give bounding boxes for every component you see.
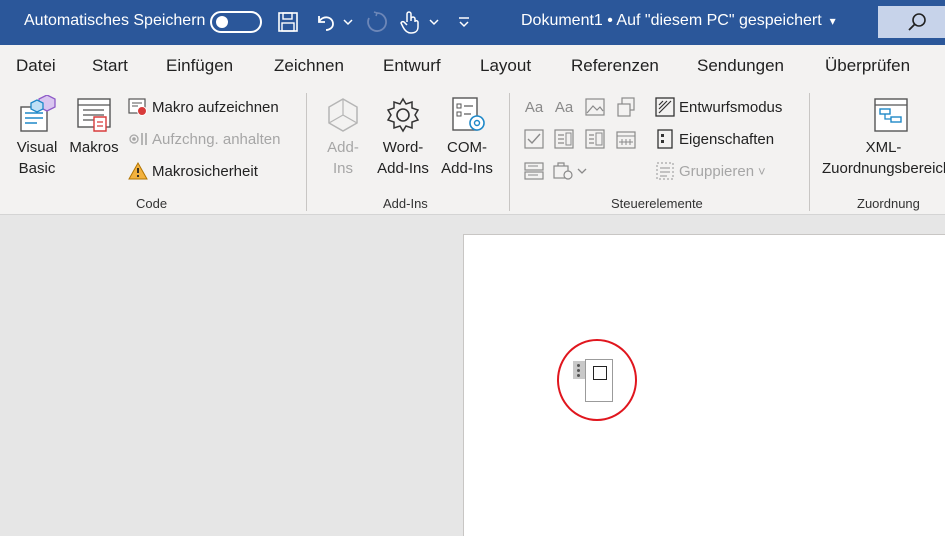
dropdown-list-control-icon[interactable] [584,128,606,150]
makros-label: Makros [69,139,119,156]
tab-entwurf[interactable]: Entwurf [383,56,441,76]
tab-layout[interactable]: Layout [480,56,531,76]
addins-button[interactable]: Add- Ins [320,93,366,179]
group-label-mapping: Zuordnung [857,196,920,211]
xml-mapping-button[interactable]: XML- Zuordnungsbereich [822,93,945,179]
tab-start[interactable]: Start [92,56,128,76]
properties-icon [654,128,676,150]
search-icon [908,13,926,31]
plain-text-control-icon[interactable]: Aa [553,96,575,118]
macro-security-button[interactable]: Makrosicherheit [127,160,258,182]
com-addins-label-line1: COM- [447,139,487,156]
word-addins-button[interactable]: Word- Add-Ins [372,93,434,179]
legacy-tools-dropdown-icon[interactable] [575,160,589,182]
combobox-control-icon[interactable] [553,128,575,150]
tab-ueberpruefen[interactable]: Überprüfen [825,56,910,76]
toggle-knob [216,16,228,28]
design-mode-label: Entwurfsmodus [679,98,783,116]
customize-qat-icon[interactable] [455,10,473,34]
com-addins-label-line2: Add-Ins [441,160,493,177]
gear-icon [381,93,425,137]
group-separator [509,93,510,211]
tab-sendungen[interactable]: Sendungen [697,56,784,76]
title-bar: Automatisches Speichern Dokument1 • Auf … [0,0,945,45]
tab-zeichnen[interactable]: Zeichnen [274,56,344,76]
com-addins-icon [445,93,489,137]
design-mode-icon [654,96,676,118]
undo-icon[interactable] [314,10,338,34]
document-title[interactable]: Dokument1 • Auf "diesem PC" gespeichert ▾ [521,12,836,30]
picture-control-icon[interactable] [584,96,606,118]
date-picker-control-icon[interactable] [615,128,637,150]
building-block-control-icon[interactable] [615,96,637,118]
legacy-tools-icon[interactable] [553,160,575,182]
visual-basic-button[interactable]: Visual Basic [10,93,64,179]
group-label-controls: Steuerelemente [611,196,703,211]
checkbox-control-icon[interactable] [523,128,545,150]
addins-label-line2: Ins [332,160,353,177]
group-separator [809,93,810,211]
xml-mapping-icon [869,93,913,137]
document-canvas [0,215,945,536]
undo-dropdown-icon[interactable] [341,10,355,34]
redo-icon[interactable] [364,10,390,34]
warning-icon [127,160,149,182]
visual-basic-icon [15,93,59,137]
search-box[interactable] [878,6,945,38]
xml-mapping-label-line1: XML- [865,139,902,156]
group-label-addins: Add-Ins [383,196,428,211]
rich-text-control-icon[interactable]: Aa [523,96,545,118]
group-separator [306,93,307,211]
makros-button[interactable]: Makros [66,93,122,158]
makros-icon [72,93,116,137]
pause-recording-label: Aufzchng. anhalten [152,130,281,148]
save-icon[interactable] [276,10,300,34]
ribbon: Visual Basic Makros Makro aufzeichnen Au… [0,85,945,215]
record-macro-icon [127,96,149,118]
pause-recording-icon [127,128,149,150]
group-dropdown-icon: ˅ [758,163,766,179]
document-page[interactable] [463,234,945,536]
record-macro-button[interactable]: Makro aufzeichnen [127,96,279,118]
group-label: Gruppieren [679,162,755,180]
properties-label: Eigenschaften [679,130,775,148]
tab-referenzen[interactable]: Referenzen [571,56,659,76]
title-caret-icon: ▾ [829,14,836,28]
autosave-label: Automatisches Speichern [24,12,206,29]
word-addins-label-line1: Word- [382,139,424,156]
ribbon-tabs: Datei Start Einfügen Zeichnen Entwurf La… [0,45,945,85]
design-mode-button[interactable]: Entwurfsmodus [654,96,782,118]
pause-recording-button[interactable]: Aufzchng. anhalten [127,128,280,150]
group-label-code: Code [136,196,168,211]
group-button[interactable]: Gruppieren ˅ [654,160,766,182]
addins-hexagon-icon [321,93,365,137]
properties-button[interactable]: Eigenschaften [654,128,774,150]
addins-label-line1: Add- [327,139,359,156]
tab-datei[interactable]: Datei [16,56,56,76]
touch-dropdown-icon[interactable] [427,10,441,34]
visual-basic-label-line1: Visual [16,139,58,156]
word-addins-label-line2: Add-Ins [377,160,429,177]
autosave-toggle[interactable] [210,11,262,33]
record-macro-label: Makro aufzeichnen [152,98,279,116]
xml-mapping-label-line2: Zuordnungsbereich [822,160,945,177]
macro-security-label: Makrosicherheit [152,162,258,180]
com-addins-button[interactable]: COM- Add-Ins [436,93,498,179]
repeating-section-control-icon[interactable] [523,160,545,182]
highlight-circle [557,339,637,421]
touch-mode-icon[interactable] [398,10,422,34]
group-icon [654,160,676,182]
visual-basic-label-line2: Basic [18,160,56,177]
tab-einfuegen[interactable]: Einfügen [166,56,233,76]
